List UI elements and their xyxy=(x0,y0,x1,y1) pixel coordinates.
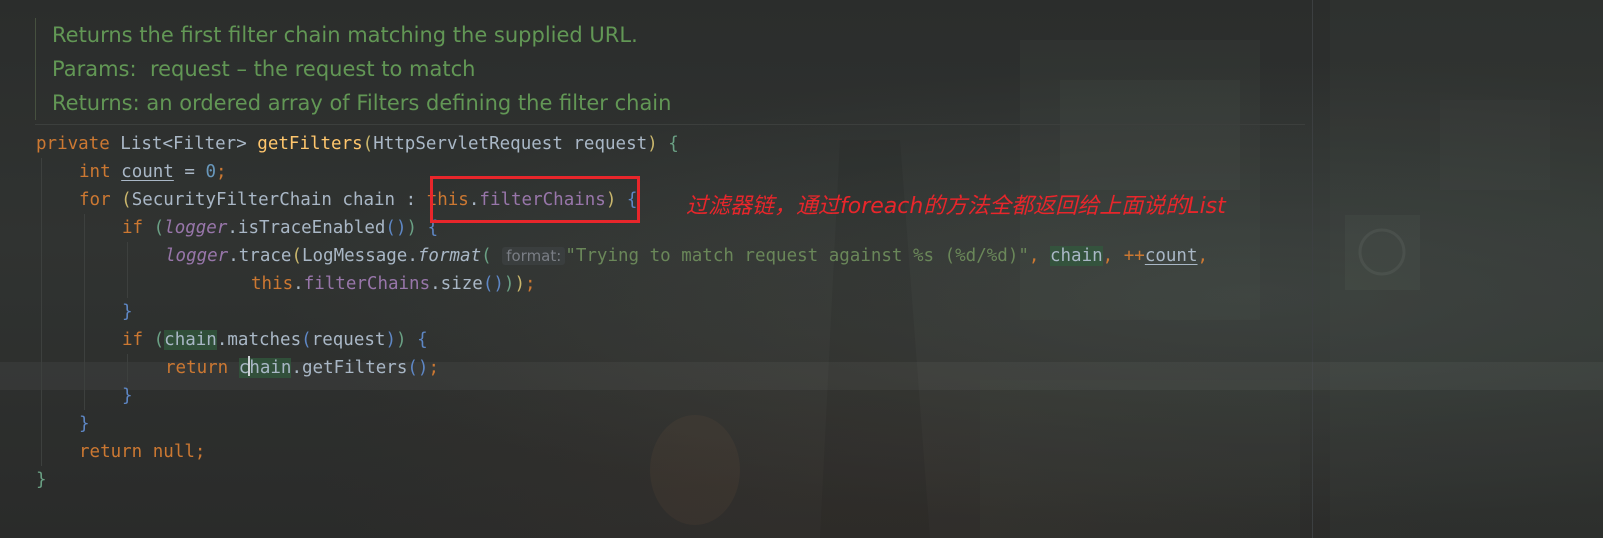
code-line-13[interactable]: } xyxy=(36,466,47,494)
code-line-7[interactable]: } xyxy=(122,298,133,326)
type-name: List xyxy=(109,134,163,154)
operator: , ++ xyxy=(1102,246,1145,266)
code-line-2[interactable]: int count = 0; xyxy=(79,158,227,186)
variable-highlighted: chain xyxy=(1049,246,1103,266)
doc-params-label: Params: xyxy=(52,57,137,81)
brace: } xyxy=(36,470,47,490)
paren: ) xyxy=(647,134,658,154)
field: logger xyxy=(165,246,229,266)
field: filterChains xyxy=(303,274,431,294)
variable: count xyxy=(121,162,174,182)
loop-variable: SecurityFilterChain chain : xyxy=(131,190,427,210)
brace: } xyxy=(79,414,90,434)
code-line-9[interactable]: return chain.getFilters(); xyxy=(165,354,439,382)
code-line-4[interactable]: if (logger.isTraceEnabled()) { xyxy=(122,214,438,242)
semicolon: ; xyxy=(216,162,227,182)
code-line-8[interactable]: if (chain.matches(request)) { xyxy=(122,326,428,354)
paren: ) xyxy=(406,218,418,238)
method-call: .isTraceEnabled xyxy=(227,218,386,238)
indent-guide xyxy=(127,242,128,298)
paren: ( xyxy=(143,330,165,350)
keyword: if xyxy=(122,218,144,238)
brace: { xyxy=(657,134,679,154)
keyword: null xyxy=(152,442,195,462)
code-line-5[interactable]: logger.trace(LogMessage.format( format: "… xyxy=(165,242,1208,270)
doc-returns: Returns: an ordered array of Filters def… xyxy=(52,86,1322,120)
operator: = xyxy=(173,162,206,182)
type-name: Filter xyxy=(173,134,237,154)
paren: ) xyxy=(385,330,396,350)
params: HttpServletRequest request xyxy=(373,134,648,154)
method-call: .matches xyxy=(216,330,302,350)
paren: ( xyxy=(301,330,312,350)
semicolon: ; xyxy=(428,358,439,378)
argument: request xyxy=(311,330,386,350)
brace: } xyxy=(122,386,133,406)
paren: ) xyxy=(514,274,525,294)
method-call: .size xyxy=(430,274,483,294)
comma: , xyxy=(1028,246,1050,266)
brace: } xyxy=(122,302,133,322)
semicolon: ; xyxy=(194,442,206,462)
semicolon: ; xyxy=(525,274,536,294)
paren: ( xyxy=(143,218,165,238)
variable-part: hain xyxy=(249,358,292,378)
comma: , xyxy=(1197,246,1209,266)
indent-guide xyxy=(41,158,42,466)
variable-highlighted: chain xyxy=(238,356,292,378)
doc-summary: Returns the first filter chain matching … xyxy=(52,23,638,47)
annotation-text: 过滤器链，通过foreach的方法全都返回给上面说的List xyxy=(686,194,1226,219)
field: logger xyxy=(164,218,228,238)
indent-guide xyxy=(127,354,128,382)
punct: > xyxy=(236,134,258,154)
class-ref: LogMessage. xyxy=(301,246,418,266)
paren: ) xyxy=(503,274,515,294)
paren: () xyxy=(407,358,429,378)
doc-params-text: request – the request to match xyxy=(149,57,476,81)
code-line-6[interactable]: this.filterChains.size())); xyxy=(251,270,536,298)
method-name: getFilters xyxy=(257,134,363,154)
code-editor[interactable]: Returns the first filter chain matching … xyxy=(0,0,1603,538)
keyword: int xyxy=(79,162,111,182)
parameter-hint: format: xyxy=(502,247,566,265)
keyword: for xyxy=(79,190,111,210)
code-line-12[interactable]: return null; xyxy=(79,438,205,466)
paren: ( xyxy=(291,246,302,266)
variable-highlighted: chain xyxy=(164,330,217,350)
paren: ) xyxy=(396,330,407,350)
keyword: return xyxy=(165,358,229,378)
paren: ( xyxy=(362,134,374,154)
doc-returns-text: an ordered array of Filters defining the… xyxy=(146,91,672,115)
javadoc-block: Returns the first filter chain matching … xyxy=(35,18,1322,120)
doc-params: Params: request – the request to match xyxy=(52,52,1322,86)
static-method: format xyxy=(417,246,482,266)
indent-guide xyxy=(84,214,85,410)
string-literal: "Trying to match request against %s (%d/… xyxy=(565,246,1029,266)
method-call: .trace xyxy=(228,246,292,266)
paren: () xyxy=(482,274,504,294)
doc-returns-label: Returns: xyxy=(52,91,140,115)
keyword: return xyxy=(79,442,143,462)
annotation-highlight-box xyxy=(430,176,640,223)
method-call: .getFilters xyxy=(291,358,408,378)
doc-separator xyxy=(35,124,1305,125)
paren: () xyxy=(385,218,407,238)
code-line-11[interactable]: } xyxy=(79,410,90,438)
punct: . xyxy=(293,274,304,294)
number-literal: 0 xyxy=(205,162,216,182)
paren: ( xyxy=(110,190,132,210)
code-line-10[interactable]: } xyxy=(122,382,133,410)
paren: ( xyxy=(481,246,492,266)
keyword: private xyxy=(36,134,110,154)
keyword: this xyxy=(251,274,294,294)
brace: { xyxy=(406,330,428,350)
keyword: if xyxy=(122,330,144,350)
code-line-1[interactable]: private List<Filter> getFilters(HttpServ… xyxy=(36,130,679,158)
punct: < xyxy=(162,134,173,154)
variable: count xyxy=(1144,246,1198,266)
